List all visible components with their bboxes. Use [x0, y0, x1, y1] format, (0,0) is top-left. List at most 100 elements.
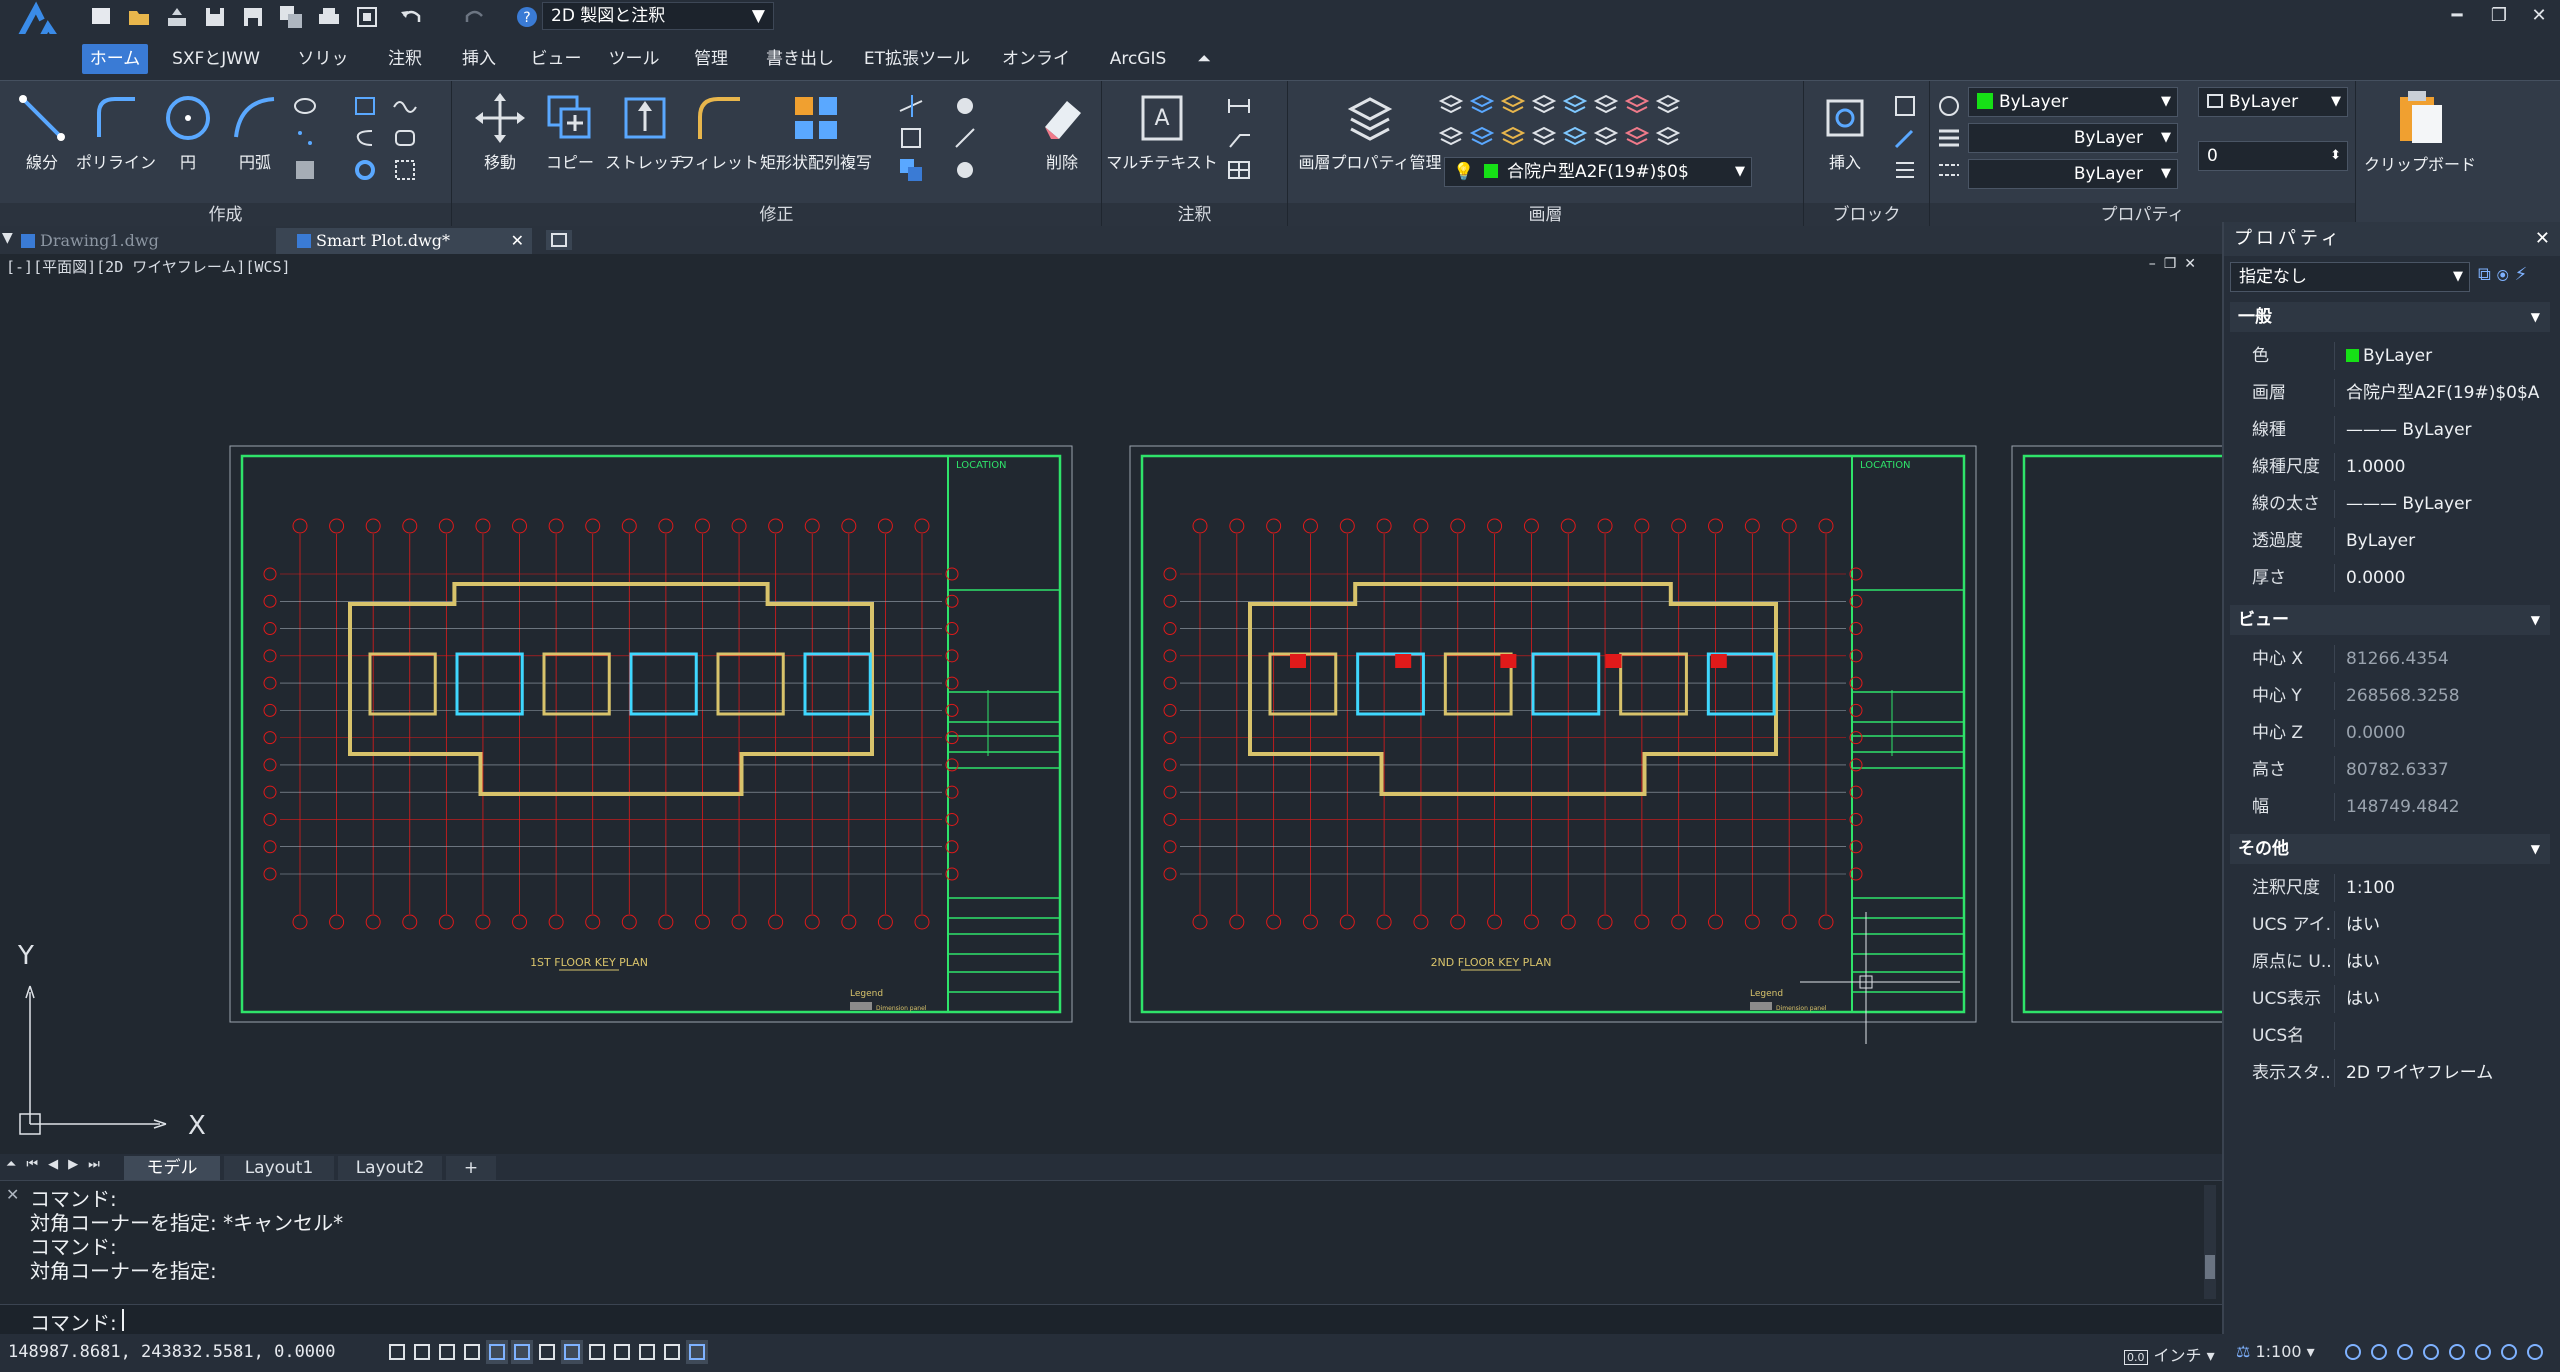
break-icon[interactable]: [898, 125, 924, 151]
plot-preview-icon[interactable]: [354, 4, 380, 30]
region-icon[interactable]: [392, 125, 418, 151]
tab-insert[interactable]: 挿入: [452, 44, 506, 74]
layer-lock-icon[interactable]: [1531, 91, 1557, 117]
property-row[interactable]: 線種尺度 1.0000: [2230, 449, 2550, 485]
layer-select[interactable]: 💡 合院户型A2F(19#)$0$ ▼: [1444, 157, 1752, 187]
maximize-button[interactable]: ❐: [2482, 2, 2516, 32]
selection-cycling-toggle[interactable]: [611, 1340, 633, 1364]
property-row[interactable]: 画層 合院户型A2F(19#)$0$A: [2230, 375, 2550, 411]
help-icon[interactable]: ?: [514, 4, 540, 30]
property-value[interactable]: はい: [2346, 981, 2546, 1017]
leader-icon[interactable]: [1226, 125, 1252, 151]
gear-icon[interactable]: [2420, 1340, 2442, 1364]
auto-scale-icon[interactable]: [2368, 1340, 2390, 1364]
ribbon-toggle-icon[interactable]: ⏶: [1192, 44, 1216, 74]
line-button[interactable]: 線分: [8, 91, 76, 173]
tab-online[interactable]: オンライン: [996, 44, 1076, 99]
lineweight-select[interactable]: ByLayer ▼: [1968, 123, 2178, 153]
attribute-icon[interactable]: [1892, 157, 1918, 183]
dimension-icon[interactable]: [1226, 93, 1252, 119]
property-value[interactable]: ByLayer: [2346, 338, 2546, 374]
transparency-toggle[interactable]: [586, 1340, 608, 1364]
plotstyle-select[interactable]: ByLayer ▼: [2198, 87, 2348, 117]
layer-properties-button[interactable]: 画層プロパティ管理: [1298, 91, 1442, 173]
tab-et-tools[interactable]: ET拡張ツール: [862, 44, 972, 74]
donut-icon[interactable]: [352, 157, 378, 183]
property-row[interactable]: 透過度 ByLayer: [2230, 523, 2550, 559]
doc-tab-drawing1[interactable]: Drawing1.dwg: [0, 228, 272, 254]
property-row[interactable]: 線種 ——— ByLayer: [2230, 412, 2550, 448]
erase-partial-icon[interactable]: [952, 93, 978, 119]
polar-tracking-toggle[interactable]: [461, 1340, 483, 1364]
quick-properties-toggle[interactable]: [661, 1340, 683, 1364]
match-properties-icon[interactable]: [1936, 93, 1962, 119]
fullscreen-icon[interactable]: [2498, 1340, 2520, 1364]
open-folder-icon[interactable]: [126, 4, 152, 30]
property-value[interactable]: 合院户型A2F(19#)$0$A: [2346, 375, 2546, 411]
property-row[interactable]: 原点に U... はい: [2230, 944, 2550, 980]
cloud-upload-icon[interactable]: [164, 4, 190, 30]
layer-isolate-icon[interactable]: [1469, 91, 1495, 117]
annotation-scale-select[interactable]: ⚖ 1:100 ▾: [2236, 1342, 2315, 1361]
property-row[interactable]: 厚さ 0.0000: [2230, 560, 2550, 596]
insert-block-button[interactable]: 挿入: [1808, 91, 1882, 173]
property-value[interactable]: 1:100: [2346, 870, 2546, 906]
tab-tools[interactable]: ツール: [604, 44, 664, 74]
property-row[interactable]: 色 ByLayer: [2230, 338, 2550, 374]
workspace-select[interactable]: 2D 製図と注釈 ▼: [542, 2, 774, 30]
property-value[interactable]: 1.0000: [2346, 449, 2546, 485]
close-command-icon[interactable]: ✕: [6, 1185, 19, 1204]
layer-off-icon[interactable]: [1438, 91, 1464, 117]
rectangle-icon[interactable]: [352, 93, 378, 119]
edit-block-icon[interactable]: [1892, 125, 1918, 151]
layer-prev-icon[interactable]: [1438, 123, 1464, 149]
customize-icon[interactable]: [2524, 1340, 2546, 1364]
hatch-icon[interactable]: [292, 157, 318, 183]
tab-view[interactable]: ビュー: [526, 44, 586, 74]
property-value[interactable]: ——— ByLayer: [2346, 486, 2546, 522]
layer-walk-icon[interactable]: [1469, 123, 1495, 149]
property-row[interactable]: 中心 Y 268568.3258: [2230, 678, 2550, 714]
object-snap-tracking-toggle[interactable]: [511, 1340, 533, 1364]
close-button[interactable]: ✕: [2522, 2, 2556, 32]
property-row[interactable]: UCS アイ... はい: [2230, 907, 2550, 943]
selection-filter-select[interactable]: 指定なし ▼: [2230, 262, 2470, 292]
close-tab-icon[interactable]: ✕: [511, 228, 524, 254]
table-icon[interactable]: [1226, 157, 1252, 183]
section-view-header[interactable]: ビュー ▼: [2230, 605, 2550, 635]
arc-button[interactable]: 円弧: [222, 91, 288, 173]
section-general-header[interactable]: 一般 ▼: [2230, 302, 2550, 332]
tab-model[interactable]: モデル: [124, 1156, 220, 1180]
save-icon[interactable]: [202, 4, 228, 30]
new-tab-icon[interactable]: [546, 230, 572, 250]
layer-thaw-icon[interactable]: [1624, 91, 1650, 117]
property-row[interactable]: 高さ 80782.6337: [2230, 752, 2550, 788]
layer-delete-icon[interactable]: [1531, 123, 1557, 149]
undo-icon[interactable]: [398, 4, 424, 30]
minimize-button[interactable]: ━: [2440, 2, 2474, 32]
property-row[interactable]: 幅 148749.4842: [2230, 789, 2550, 825]
join-icon[interactable]: [952, 125, 978, 151]
layer-merge-icon[interactable]: [1500, 123, 1526, 149]
add-layout-button[interactable]: +: [446, 1156, 496, 1180]
batch-save-icon[interactable]: [278, 4, 304, 30]
tab-manage[interactable]: 管理: [684, 44, 738, 74]
linetype-select[interactable]: ByLayer ▼: [1968, 159, 2178, 189]
trim-icon[interactable]: [898, 93, 924, 119]
print-icon[interactable]: [316, 4, 342, 30]
tab-arcgis[interactable]: ArcGIS: [1098, 44, 1178, 74]
isolate-objects-icon[interactable]: [2472, 1340, 2494, 1364]
property-value[interactable]: 2D ワイヤフレーム: [2346, 1055, 2546, 1091]
property-value[interactable]: ——— ByLayer: [2346, 412, 2546, 448]
snap-mode-toggle[interactable]: [411, 1340, 433, 1364]
clipboard-button[interactable]: クリップボード: [2364, 87, 2476, 175]
offset-icon[interactable]: [352, 125, 378, 151]
linetype-icon[interactable]: [1936, 157, 1962, 183]
tab-annotate[interactable]: 注釈: [378, 44, 432, 74]
tab-export[interactable]: 書き出し: [760, 44, 840, 74]
dynamic-ucs-toggle[interactable]: [536, 1340, 558, 1364]
property-value[interactable]: はい: [2346, 944, 2546, 980]
transparency-input[interactable]: 0 ⬍: [2198, 141, 2348, 171]
layer-states-icon[interactable]: [1624, 123, 1650, 149]
property-row[interactable]: 表示スタ... 2D ワイヤフレーム: [2230, 1055, 2550, 1091]
